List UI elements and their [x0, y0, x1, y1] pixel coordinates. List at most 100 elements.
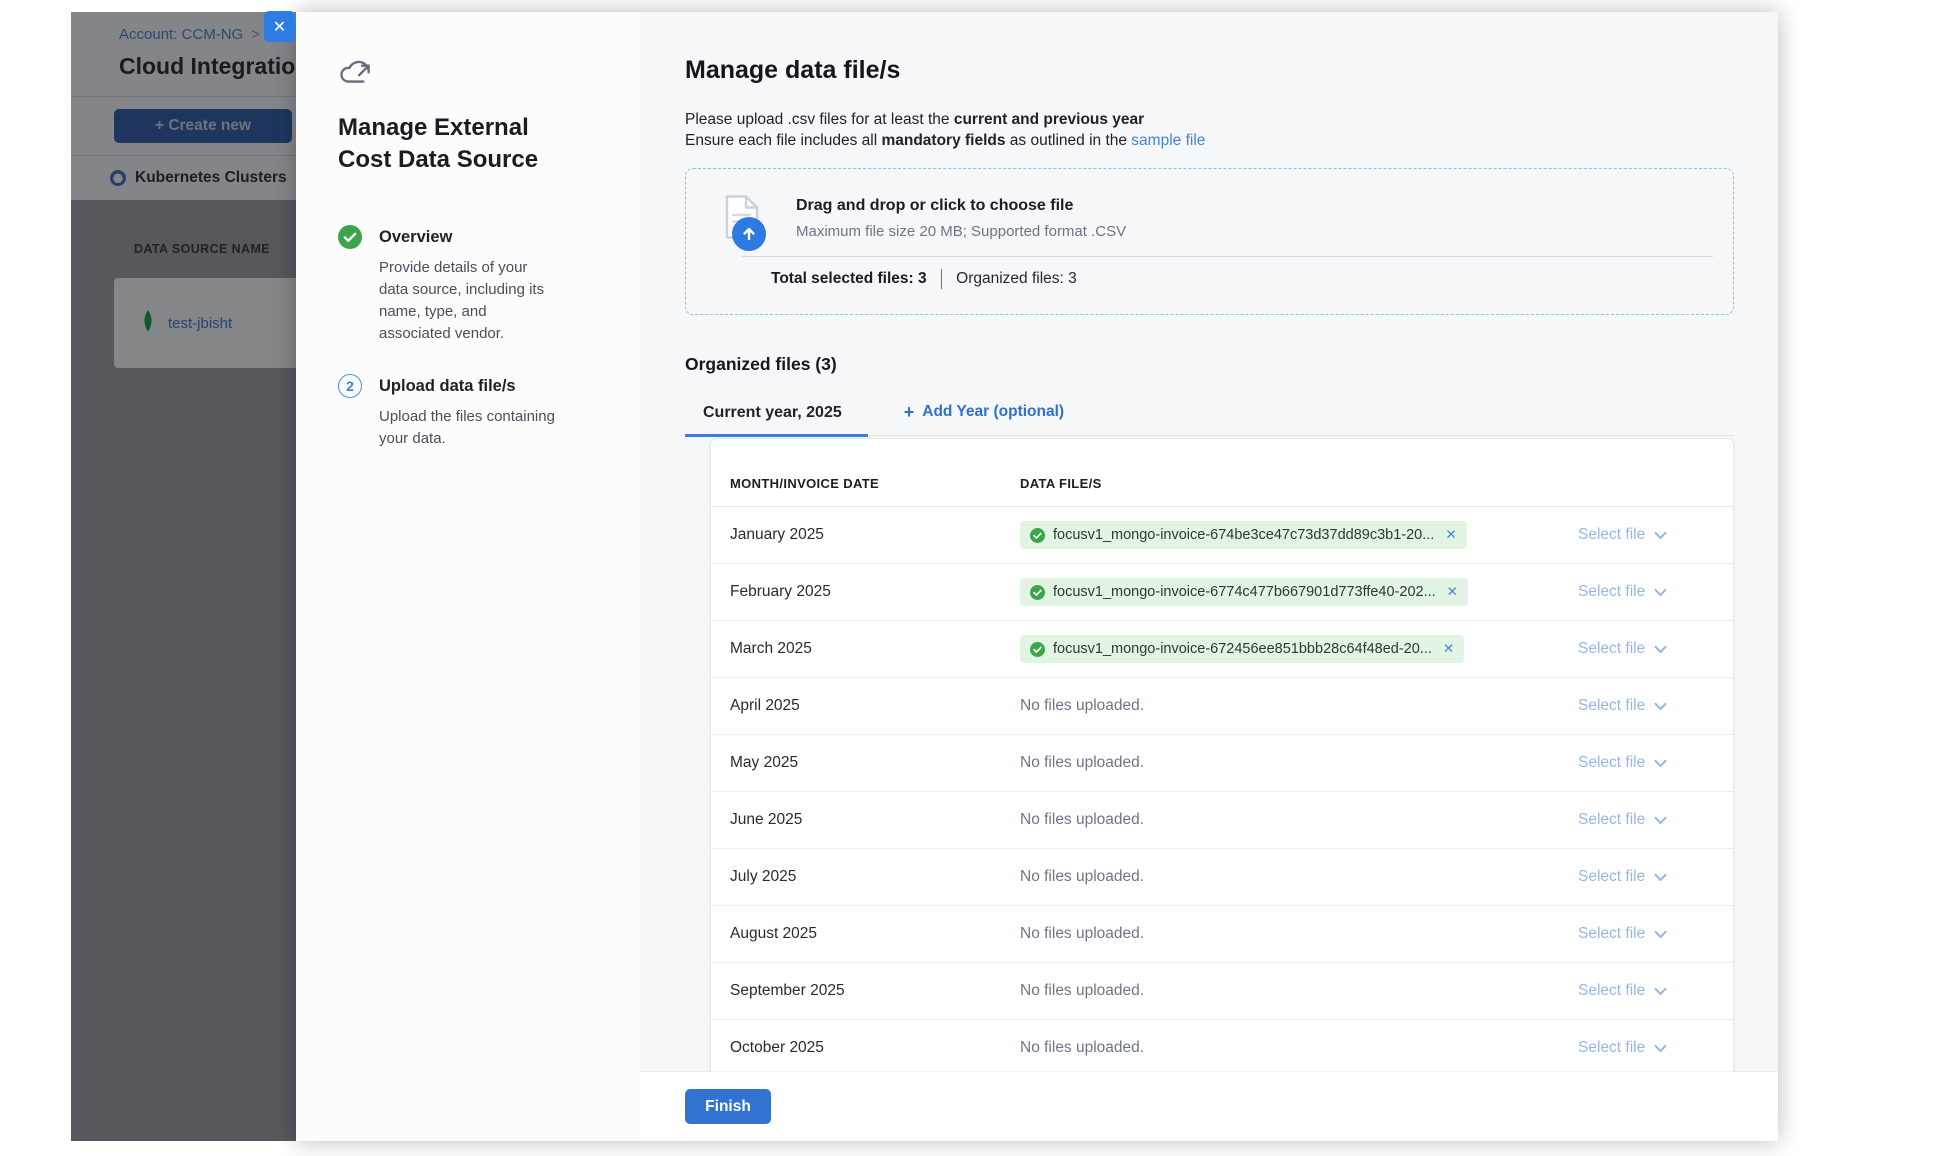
- no-files-text: No files uploaded.: [1020, 697, 1144, 714]
- month-label: March 2025: [711, 640, 1001, 658]
- organized-files-count: Organized files: 3: [956, 270, 1077, 288]
- select-file-dropdown[interactable]: Select file: [1558, 754, 1733, 772]
- data-file-cell: No files uploaded.: [1001, 982, 1558, 1000]
- sample-file-link[interactable]: sample file: [1131, 132, 1205, 149]
- chevron-down-icon: [1654, 1044, 1667, 1053]
- finish-button[interactable]: Finish: [685, 1089, 771, 1124]
- month-label: October 2025: [711, 1039, 1001, 1057]
- select-file-label: Select file: [1578, 697, 1645, 715]
- table-row: September 2025 No files uploaded. Select f…: [711, 963, 1733, 1020]
- table-header-row: MONTH/INVOICE DATE DATA FILE/S: [711, 439, 1733, 507]
- select-file-label: Select file: [1578, 583, 1645, 601]
- no-files-text: No files uploaded.: [1020, 868, 1144, 885]
- remove-file-icon[interactable]: ✕: [1445, 527, 1456, 543]
- chevron-down-icon: [1654, 987, 1667, 996]
- dropzone-subtitle: Maximum file size 20 MB; Supported forma…: [796, 223, 1126, 240]
- select-file-dropdown[interactable]: Select file: [1558, 1039, 1733, 1057]
- file-counts: Total selected files: 3 Organized files:…: [771, 269, 1077, 289]
- step-description: Upload the files containing your data.: [379, 406, 559, 450]
- select-file-dropdown[interactable]: Select file: [1558, 697, 1733, 715]
- no-files-text: No files uploaded.: [1020, 811, 1144, 828]
- data-file-cell: No files uploaded.: [1001, 925, 1558, 943]
- step-upload-data-files: 2 Upload data file/s Upload the files co…: [338, 374, 640, 450]
- organized-files-heading: Organized files (3): [685, 354, 1734, 375]
- select-file-label: Select file: [1578, 640, 1645, 658]
- remove-file-icon[interactable]: ✕: [1447, 584, 1458, 600]
- data-file-cell: focusv1_mongo-invoice-6774c477b667901d77…: [1001, 578, 1558, 606]
- no-files-text: No files uploaded.: [1020, 754, 1144, 771]
- table-row: February 2025focusv1_mongo-invoice-6774c…: [711, 564, 1733, 621]
- step-number-icon: 2: [338, 374, 362, 398]
- add-year-button[interactable]: + Add Year (optional): [904, 403, 1064, 435]
- month-label: June 2025: [711, 811, 1001, 829]
- steps-list: Overview Provide details of your data so…: [338, 225, 640, 450]
- no-files-text: No files uploaded.: [1020, 1039, 1144, 1056]
- select-file-dropdown[interactable]: Select file: [1558, 640, 1733, 658]
- dropzone-title: Drag and drop or click to choose file: [796, 197, 1126, 215]
- file-chip: focusv1_mongo-invoice-674be3ce47c73d37dd…: [1020, 521, 1467, 549]
- section-title: Manage data file/s: [685, 56, 1734, 85]
- instruction-line-1: Please upload .csv files for at least th…: [685, 109, 1734, 130]
- drawer-title: Manage External Cost Data Source: [338, 112, 580, 175]
- divider: [742, 256, 1713, 257]
- month-label: January 2025: [711, 526, 1001, 544]
- file-dropzone[interactable]: Drag and drop or click to choose file Ma…: [685, 168, 1734, 315]
- table-row: June 2025 No files uploaded. Select file: [711, 792, 1733, 849]
- table-row: August 2025No files uploaded.Select file: [711, 906, 1733, 963]
- step-description: Provide details of your data source, inc…: [379, 257, 559, 344]
- add-year-label: Add Year (optional): [922, 403, 1064, 421]
- tab-current-year[interactable]: Current year, 2025: [685, 404, 868, 437]
- month-label: September 2025: [711, 982, 1001, 1000]
- chevron-down-icon: [1654, 930, 1667, 939]
- column-header-actions: [1558, 491, 1733, 506]
- no-files-text: No files uploaded.: [1020, 925, 1144, 942]
- months-table-body: January 2025 focusv1_mongo-invoice-674be3…: [711, 507, 1733, 1072]
- upload-panel: Manage data file/s Please upload .csv fi…: [640, 12, 1778, 1141]
- step-overview: Overview Provide details of your data so…: [338, 225, 640, 344]
- step-title: Upload data file/s: [379, 374, 559, 398]
- check-circle-icon: [1030, 642, 1045, 657]
- select-file-label: Select file: [1578, 811, 1645, 829]
- remove-file-icon[interactable]: ✕: [1443, 641, 1454, 657]
- upload-arrow-icon: [732, 217, 766, 251]
- select-file-label: Select file: [1578, 868, 1645, 886]
- select-file-label: Select file: [1578, 754, 1645, 772]
- upload-file-icon: [723, 194, 771, 250]
- check-circle-icon: [1030, 528, 1045, 543]
- chevron-down-icon: [1654, 759, 1667, 768]
- table-row: January 2025 focusv1_mongo-invoice-674be3…: [711, 507, 1733, 564]
- drawer-footer: Finish: [640, 1072, 1778, 1141]
- select-file-dropdown[interactable]: Select file: [1558, 868, 1733, 886]
- chevron-down-icon: [1654, 588, 1667, 597]
- chevron-down-icon: [1654, 531, 1667, 540]
- table-row: May 2025 No files uploaded. Select file: [711, 735, 1733, 792]
- upload-panel-content: Manage data file/s Please upload .csv fi…: [640, 12, 1778, 1072]
- cloud-export-icon: [338, 56, 640, 86]
- column-header-month: MONTH/INVOICE DATE: [711, 476, 1001, 506]
- data-file-cell: No files uploaded.: [1001, 811, 1558, 829]
- file-name: focusv1_mongo-invoice-674be3ce47c73d37dd…: [1053, 527, 1434, 543]
- chevron-down-icon: [1654, 702, 1667, 711]
- select-file-dropdown[interactable]: Select file: [1558, 925, 1733, 943]
- table-row: July 2025 No files uploaded. Select file: [711, 849, 1733, 906]
- manage-data-source-drawer: Manage External Cost Data Source Overvie…: [296, 12, 1778, 1141]
- column-header-datafiles: DATA FILE/S: [1001, 476, 1558, 506]
- data-file-cell: focusv1_mongo-invoice-674be3ce47c73d37dd…: [1001, 521, 1558, 549]
- file-name: focusv1_mongo-invoice-672456ee851bbb28c6…: [1053, 641, 1432, 657]
- month-label: May 2025: [711, 754, 1001, 772]
- step-title: Overview: [379, 225, 559, 249]
- months-table: MONTH/INVOICE DATE DATA FILE/S January 2…: [710, 438, 1734, 1072]
- select-file-dropdown[interactable]: Select file: [1558, 811, 1733, 829]
- select-file-dropdown[interactable]: Select file: [1558, 526, 1733, 544]
- file-chip: focusv1_mongo-invoice-672456ee851bbb28c6…: [1020, 635, 1464, 663]
- select-file-dropdown[interactable]: Select file: [1558, 583, 1733, 601]
- plus-icon: +: [904, 405, 915, 419]
- select-file-dropdown[interactable]: Select file: [1558, 982, 1733, 1000]
- year-tabs: Current year, 2025 + Add Year (optional): [685, 396, 1734, 436]
- close-button[interactable]: ✕: [264, 11, 295, 42]
- select-file-label: Select file: [1578, 1039, 1645, 1057]
- month-label: July 2025: [711, 868, 1001, 886]
- instruction-line-2: Ensure each file includes all mandatory …: [685, 130, 1734, 151]
- no-files-text: No files uploaded.: [1020, 982, 1144, 999]
- chevron-down-icon: [1654, 873, 1667, 882]
